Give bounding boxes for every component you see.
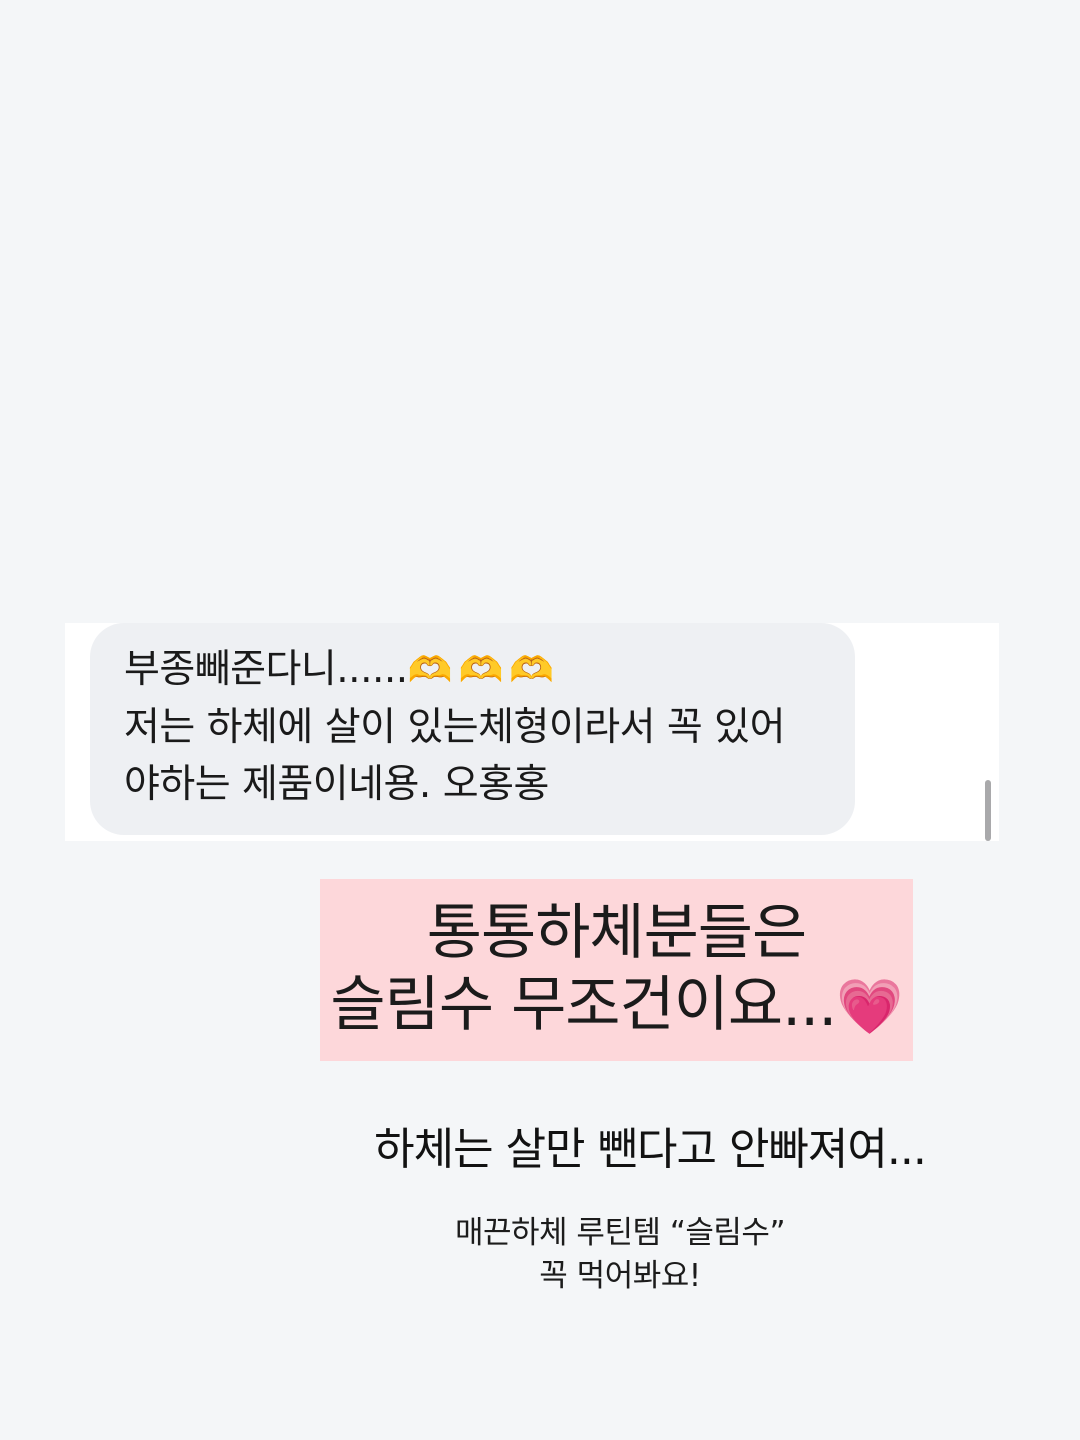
scroll-indicator[interactable] xyxy=(985,780,991,841)
sub-headline: 하체는 살만 뺀다고 안빠져여... xyxy=(374,1124,927,1175)
headline-highlight-box: 통통하체분들은 슬림수 무조건이요...💗 xyxy=(320,879,913,1061)
chat-message-line-1-text: 부종빼준다니...... xyxy=(124,647,408,692)
chat-message-line-3: 야하는 제품이네용. 오홍홍 xyxy=(124,762,549,807)
caption-line-1: 매끈하체 루틴템 “슬림수” xyxy=(454,1215,786,1251)
caption-line-2: 꼭 먹어봐요! xyxy=(539,1258,701,1294)
pink-heart-icon: 💗 xyxy=(836,975,903,1038)
chat-message-bubble: 부종빼준다니......🫶🫶🫶 저는 하체에 살이 있는체형이라서 꼭 있어 야… xyxy=(90,623,855,835)
headline-line-2-text: 슬림수 무조건이요... xyxy=(330,970,837,1040)
heart-hands-icon: 🫶🫶🫶 xyxy=(407,650,561,691)
chat-screenshot-card: 부종빼준다니......🫶🫶🫶 저는 하체에 살이 있는체형이라서 꼭 있어 야… xyxy=(65,623,999,841)
chat-message-line-2: 저는 하체에 살이 있는체형이라서 꼭 있어 xyxy=(124,705,785,750)
headline-line-1: 통통하체분들은 xyxy=(426,898,807,968)
headline-line-2: 슬림수 무조건이요...💗 xyxy=(320,969,913,1043)
chat-message-line-1: 부종빼준다니......🫶🫶🫶 xyxy=(124,641,829,699)
caption: 매끈하체 루틴템 “슬림수” 꼭 먹어봐요! xyxy=(340,1212,900,1298)
